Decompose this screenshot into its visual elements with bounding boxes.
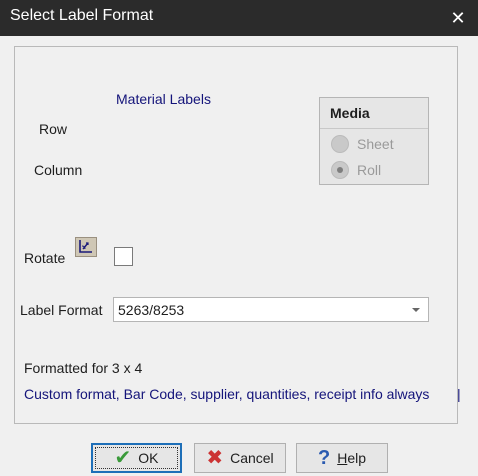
- media-group-title: Media: [330, 105, 370, 121]
- sheet-label: Sheet: [357, 136, 394, 152]
- form-heading: Material Labels: [116, 91, 211, 107]
- help-label-rest: elp: [347, 450, 367, 466]
- help-button[interactable]: ? Help: [296, 443, 388, 473]
- media-option-sheet[interactable]: Sheet: [331, 135, 394, 153]
- column-label: Column: [34, 162, 83, 178]
- media-group: Media Sheet Roll: [319, 97, 429, 185]
- label-format-value: 5263/8253: [118, 302, 185, 318]
- formatted-for-text: Formatted for 3 x 4: [24, 360, 143, 376]
- cancel-button[interactable]: ✖ Cancel: [194, 443, 286, 473]
- help-hotkey: H: [337, 450, 348, 466]
- sheet-radio[interactable]: [331, 135, 349, 153]
- ok-button[interactable]: ✔ OK: [91, 443, 182, 473]
- help-label: Help: [337, 450, 366, 466]
- rotate-icon: [75, 237, 97, 257]
- label-format-select[interactable]: 5263/8253: [113, 297, 429, 322]
- rotate-checkbox[interactable]: [114, 247, 133, 266]
- ok-label: OK: [138, 450, 159, 466]
- x-icon: ✖: [206, 447, 224, 469]
- cancel-label: Cancel: [230, 450, 274, 466]
- check-icon: ✔: [114, 447, 132, 469]
- label-format-label: Label Format: [20, 302, 103, 318]
- dropdown-arrow-icon[interactable]: [412, 308, 420, 312]
- close-icon[interactable]: ✕: [438, 0, 478, 36]
- roll-radio[interactable]: [331, 161, 349, 179]
- description-overflow-bar: |: [457, 386, 461, 402]
- help-icon: ?: [317, 447, 331, 469]
- media-option-roll[interactable]: Roll: [331, 161, 381, 179]
- roll-label: Roll: [357, 162, 382, 178]
- media-divider: [320, 128, 428, 129]
- title-bar: Select Label Format ✕: [0, 0, 478, 36]
- rotate-label: Rotate: [24, 250, 66, 266]
- format-description: Custom format, Bar Code, supplier, quant…: [24, 386, 430, 402]
- row-label: Row: [39, 121, 68, 137]
- window-title: Select Label Format: [10, 7, 154, 24]
